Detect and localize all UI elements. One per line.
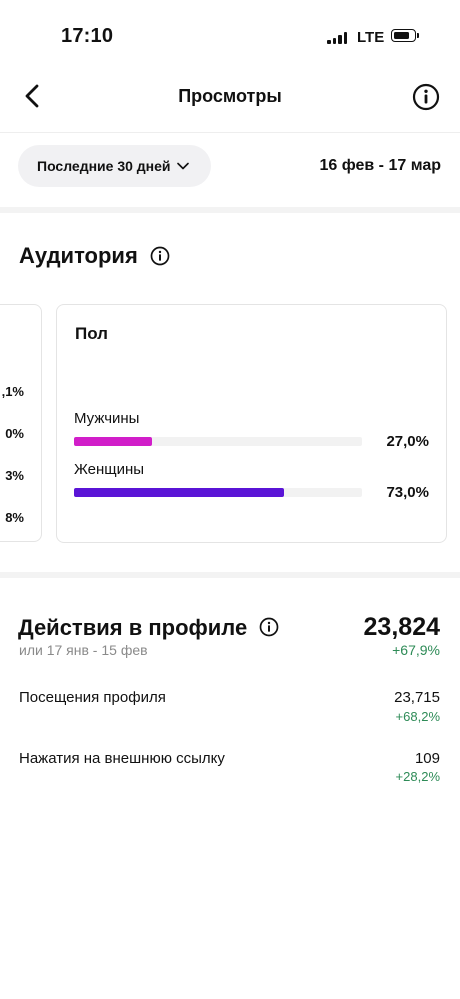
info-icon [412,83,440,111]
metric-label: Посещения профиля [19,689,166,706]
gender-value-male: 27,0% [386,433,429,450]
metric-change: +68,2% [395,709,440,724]
info-icon [259,617,279,637]
period-selector-label: Последние 30 дней [37,158,171,174]
chevron-down-icon [176,162,189,170]
profile-actions-total: 23,824 [363,613,440,641]
gender-bar-fill [74,488,285,497]
comparison-period: или 17 янв - 15 фев [19,642,148,658]
metric-value: 109 [414,750,440,767]
audience-card-partial[interactable] [0,304,42,542]
date-range: 16 фев - 17 мар [319,157,441,174]
header-divider [0,132,460,133]
period-selector[interactable]: Последние 30 дней [18,145,211,187]
gender-label-female: Женщины [74,461,145,478]
info-button[interactable] [412,83,440,111]
profile-actions-info-button[interactable] [259,617,279,637]
audience-info-button[interactable] [150,246,170,266]
gender-bar-female [74,488,362,497]
audience-value: 3% [5,468,24,483]
section-divider [0,207,460,213]
gender-bar-fill [74,437,152,446]
page-title: Просмотры [178,86,282,106]
signal-icon [327,32,349,44]
gender-label-male: Мужчины [74,410,140,427]
audience-value: 0% [5,426,24,441]
audience-value: ,1% [1,384,24,399]
section-divider [0,572,460,578]
gender-value-female: 73,0% [386,484,429,501]
gender-bar-male [74,437,362,446]
gender-card-title: Пол [75,324,108,343]
network-label: LTE [357,29,385,46]
audience-value: 8% [5,510,24,525]
battery-icon [391,29,419,42]
metric-label: Нажатия на внешнюю ссылку [19,750,225,767]
info-icon [150,246,170,266]
profile-actions-title: Действия в профиле [18,615,248,640]
metric-value: 23,715 [394,689,440,706]
audience-title: Аудитория [19,243,138,268]
profile-actions-change: +67,9% [392,642,440,658]
status-time: 17:10 [61,25,114,47]
metric-change: +28,2% [395,769,440,784]
